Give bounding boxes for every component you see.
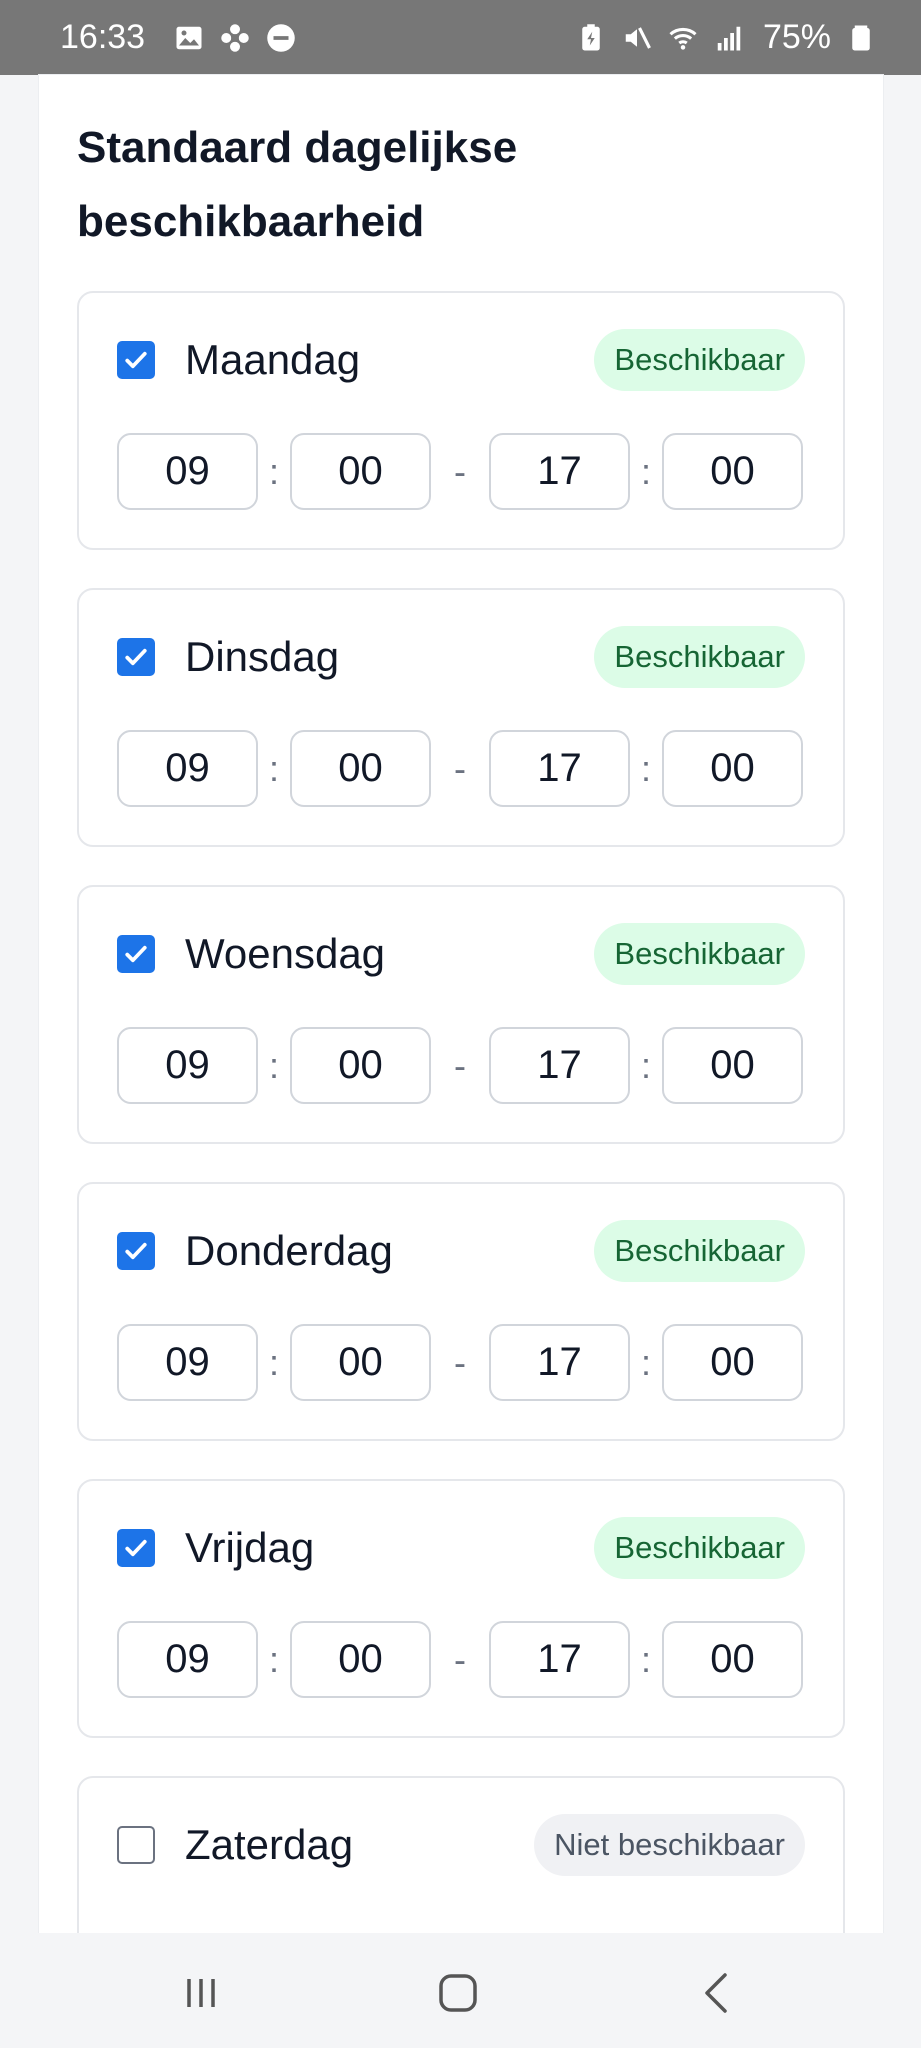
battery-saver-icon	[575, 22, 607, 54]
availability-card: Standaard dagelijkse beschikbaarheid Maa…	[39, 75, 883, 1976]
section-title: Standaard dagelijkse beschikbaarheid	[77, 123, 518, 246]
time-colon: :	[268, 1638, 279, 1680]
day-checkbox-woensdag[interactable]	[117, 935, 155, 973]
end-hour-input[interactable]: 17	[489, 1324, 630, 1401]
time-colon: :	[640, 450, 651, 492]
day-name: Woensdag	[185, 930, 386, 977]
back-icon[interactable]	[688, 1963, 748, 2023]
day-checkbox-maandag[interactable]	[117, 341, 155, 379]
end-minute-input[interactable]: 00	[662, 1324, 803, 1401]
do-not-disturb-icon	[265, 22, 297, 54]
start-hour-input[interactable]: 09	[117, 1324, 258, 1401]
status-time: 16:33	[60, 18, 146, 56]
time-range: 09 : 00 - 17 : 00	[117, 730, 803, 807]
end-minute-input[interactable]: 00	[662, 730, 803, 807]
end-minute-input[interactable]: 00	[662, 433, 803, 510]
day-card-maandag: Maandag Beschikbaar 09 : 00 - 17 : 00	[77, 291, 845, 550]
day-checkbox-zaterdag[interactable]	[117, 1826, 155, 1864]
page-content: Standaard dagelijkse beschikbaarheid Maa…	[0, 75, 921, 1976]
day-name: Vrijdag	[185, 1524, 315, 1571]
time-dash: -	[454, 747, 466, 789]
day-name: Maandag	[185, 336, 361, 383]
start-minute-input[interactable]: 00	[290, 1027, 431, 1104]
time-colon: :	[640, 1044, 651, 1086]
time-colon: :	[268, 747, 279, 789]
status-badge: Beschikbaar	[594, 923, 805, 985]
time-dash: -	[454, 1638, 466, 1680]
time-range: 09 : 00 - 17 : 00	[117, 433, 803, 510]
day-name: Dinsdag	[185, 633, 340, 680]
battery-icon	[845, 22, 877, 54]
start-hour-input[interactable]: 09	[117, 730, 258, 807]
recent-apps-icon[interactable]	[171, 1963, 231, 2023]
day-card-dinsdag: Dinsdag Beschikbaar 09 : 00 - 17 : 00	[77, 588, 845, 847]
end-hour-input[interactable]: 17	[489, 433, 630, 510]
time-colon: :	[640, 747, 651, 789]
time-dash: -	[454, 1044, 466, 1086]
status-badge: Beschikbaar	[594, 626, 805, 688]
day-card-vrijdag: Vrijdag Beschikbaar 09 : 00 - 17 : 00	[77, 1479, 845, 1738]
status-badge: Beschikbaar	[594, 329, 805, 391]
signal-icon	[713, 22, 745, 54]
day-card-woensdag: Woensdag Beschikbaar 09 : 00 - 17 : 00	[77, 885, 845, 1144]
time-dash: -	[454, 1341, 466, 1383]
time-dash: -	[454, 450, 466, 492]
start-minute-input[interactable]: 00	[290, 433, 431, 510]
day-checkbox-donderdag[interactable]	[117, 1232, 155, 1270]
home-icon[interactable]	[428, 1963, 488, 2023]
time-colon: :	[268, 1044, 279, 1086]
time-colon: :	[268, 1341, 279, 1383]
day-checkbox-dinsdag[interactable]	[117, 638, 155, 676]
time-colon: :	[640, 1341, 651, 1383]
start-minute-input[interactable]: 00	[290, 730, 431, 807]
image-icon	[173, 22, 205, 54]
wifi-icon	[667, 22, 699, 54]
start-minute-input[interactable]: 00	[290, 1324, 431, 1401]
time-colon: :	[268, 450, 279, 492]
start-hour-input[interactable]: 09	[117, 1027, 258, 1104]
status-badge: Beschikbaar	[594, 1517, 805, 1579]
end-hour-input[interactable]: 17	[489, 1621, 630, 1698]
battery-level: 75%	[762, 18, 831, 56]
status-badge: Niet beschikbaar	[534, 1814, 805, 1876]
time-range: 09 : 00 - 17 : 00	[117, 1027, 803, 1104]
mute-icon	[621, 22, 653, 54]
navigation-bar	[0, 1933, 921, 2048]
day-name: Zaterdag	[185, 1821, 354, 1868]
flower-icon	[219, 22, 251, 54]
time-colon: :	[640, 1638, 651, 1680]
day-checkbox-vrijdag[interactable]	[117, 1529, 155, 1567]
start-hour-input[interactable]: 09	[117, 1621, 258, 1698]
time-range: 09 : 00 - 17 : 00	[117, 1324, 803, 1401]
start-minute-input[interactable]: 00	[290, 1621, 431, 1698]
start-hour-input[interactable]: 09	[117, 433, 258, 510]
end-minute-input[interactable]: 00	[662, 1027, 803, 1104]
day-name: Donderdag	[185, 1227, 393, 1274]
end-hour-input[interactable]: 17	[489, 730, 630, 807]
day-card-donderdag: Donderdag Beschikbaar 09 : 00 - 17 : 00	[77, 1182, 845, 1441]
time-range: 09 : 00 - 17 : 00	[117, 1621, 803, 1698]
end-minute-input[interactable]: 00	[662, 1621, 803, 1698]
status-bar: 16:33 75%	[0, 0, 921, 75]
status-badge: Beschikbaar	[594, 1220, 805, 1282]
end-hour-input[interactable]: 17	[489, 1027, 630, 1104]
